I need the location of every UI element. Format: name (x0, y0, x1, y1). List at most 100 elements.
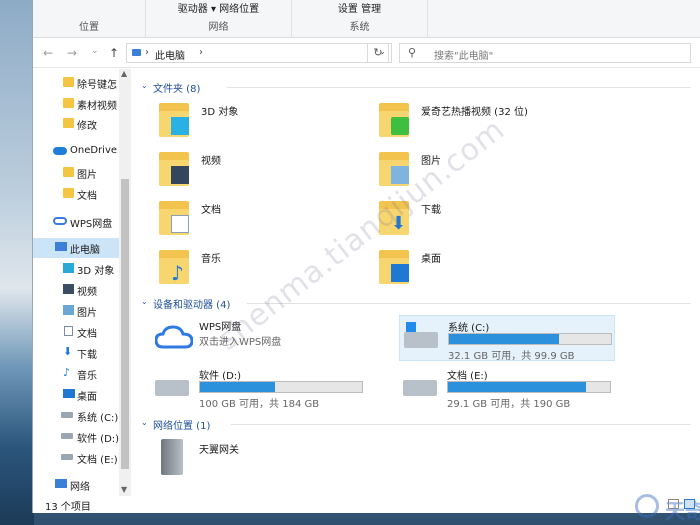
drive-usage-bar (448, 333, 612, 345)
drive-name: 软件 (D:) (199, 371, 242, 382)
sidebar-item-label: 文档 (77, 191, 97, 202)
address-path[interactable]: 此电脑 (155, 47, 185, 62)
ribbon-group-label: 网络 (208, 22, 229, 33)
sidebar-item-network[interactable]: 网络 (33, 475, 119, 495)
music-icon: ♪ (157, 246, 191, 286)
drive-icon (404, 332, 438, 348)
network-gateway[interactable]: 天翼网关 (151, 435, 367, 481)
recent-locations-icon[interactable]: ⌄ (91, 46, 99, 56)
sidebar-item-label: OneDrive (70, 145, 118, 156)
sidebar-item-drive-e[interactable]: 文档 (E:) (33, 448, 119, 468)
iqiyi-icon (377, 99, 411, 139)
sidebar-item-folder[interactable]: 修改 (33, 114, 119, 134)
scroll-down-icon[interactable]: ▼ (121, 485, 127, 494)
sidebar-item-pictures[interactable]: 图片 (33, 301, 119, 321)
navigation-bar: ← → ⌄ ↑ › 此电脑 › ⌄ ↻ ⚲ 搜索"此电脑" (33, 38, 700, 68)
details-view-icon[interactable] (668, 499, 679, 509)
sidebar-item-3d-objects[interactable]: 3D 对象 (33, 259, 119, 279)
drive-c[interactable]: 系统 (C:) 32.1 GB 可用，共 99.9 GB (399, 315, 615, 362)
divider (231, 424, 691, 425)
download-icon: ⬇ (63, 345, 73, 358)
folder-documents[interactable]: 文档 (157, 197, 357, 243)
folder-3d-objects[interactable]: 3D 对象 (157, 99, 357, 145)
network-icon (55, 479, 67, 488)
sidebar-item-label: 音乐 (77, 371, 97, 382)
chevron-down-icon[interactable]: ⌄ (141, 81, 148, 90)
music-icon: ♪ (63, 366, 71, 379)
folder-icon (63, 167, 74, 177)
drive-e[interactable]: 文档 (E:) 29.1 GB 可用，共 190 GB (399, 364, 615, 410)
chevron-right-icon[interactable]: › (145, 47, 149, 58)
ribbon: 位置 驱动器 ▾ 网络位置 网络 设置 管理 系统 (33, 0, 700, 38)
picture-icon (63, 305, 74, 315)
sidebar-item-label: 桌面 (77, 392, 97, 403)
sidebar-item-desktop[interactable]: 桌面 (33, 385, 119, 405)
wps-cloud-icon (155, 325, 193, 349)
folder-name: 3D 对象 (201, 107, 239, 118)
drive-name: 文档 (E:) (447, 371, 488, 382)
drive-d[interactable]: 软件 (D:) 100 GB 可用，共 184 GB (151, 364, 367, 410)
sidebar-item-label: 文档 (77, 329, 97, 340)
sidebar-item-drive-d[interactable]: 软件 (D:) (33, 427, 119, 447)
sidebar-item-this-pc[interactable]: 此电脑 (33, 238, 119, 258)
sidebar-item-label: 图片 (77, 308, 97, 319)
scroll-up-icon[interactable]: ▲ (121, 69, 127, 78)
sidebar-item-folder[interactable]: 文档 (33, 184, 119, 204)
chevron-down-icon[interactable]: ⌄ (141, 297, 148, 306)
sidebar-item-downloads[interactable]: ⬇ 下载 (33, 343, 119, 363)
search-icon: ⚲ (408, 46, 417, 59)
sidebar-item-label: 3D 对象 (77, 266, 115, 277)
sidebar-item-folder[interactable]: 图片 (33, 163, 119, 183)
back-icon[interactable]: ← (43, 46, 53, 60)
sidebar-item-wps-cloud[interactable]: WPS网盘 (33, 212, 119, 232)
address-bar[interactable]: › 此电脑 › ⌄ (126, 43, 392, 63)
sidebar-item-drive-c[interactable]: 系统 (C:) (33, 406, 119, 426)
sidebar-item-label: WPS网盘 (70, 219, 113, 230)
ribbon-group-system: 设置 管理 系统 (292, 0, 428, 38)
chevron-right-icon[interactable]: › (199, 47, 203, 58)
item-count: 13 个项目 (45, 502, 91, 513)
section-header-folders[interactable]: ⌄ 文件夹 (8) (137, 79, 697, 95)
windows-logo-icon (406, 322, 416, 332)
network-item-name: 天翼网关 (199, 445, 239, 456)
large-icons-view-icon[interactable] (684, 499, 695, 509)
ribbon-group-label: 位置 (79, 22, 99, 33)
section-title: 文件夹 (8) (153, 84, 201, 95)
divider (227, 87, 691, 88)
cube-icon (157, 99, 191, 139)
desktop-wallpaper (0, 0, 34, 525)
drive-usage-fill (448, 382, 586, 392)
sidebar-item-folder[interactable]: 除号键怎 (33, 73, 119, 93)
desktop-icon (377, 246, 411, 286)
folder-icon (63, 77, 74, 87)
sidebar-item-label: 除号键怎 (77, 80, 117, 91)
content-pane: ⌄ 文件夹 (8) 3D 对象 爱奇艺热播视频 (32 位) 视频 图片 文档 … (137, 69, 700, 523)
section-header-devices[interactable]: ⌄ 设备和驱动器 (4) (137, 295, 697, 311)
sidebar-item-documents[interactable]: 文档 (33, 322, 119, 342)
folder-desktop[interactable]: 桌面 (377, 246, 577, 292)
computer-icon (55, 242, 67, 251)
folder-name: 音乐 (201, 254, 221, 265)
sidebar-item-music[interactable]: ♪ 音乐 (33, 364, 119, 384)
refresh-button[interactable]: ↻ (367, 43, 389, 63)
folder-videos[interactable]: 视频 (157, 148, 357, 194)
drive-icon (61, 412, 73, 418)
map-drive-button[interactable]: 驱动器 ▾ 网络位置 (146, 0, 291, 15)
document-icon (64, 326, 73, 336)
search-input[interactable]: ⚲ 搜索"此电脑" (399, 43, 691, 63)
chevron-down-icon[interactable]: ⌄ (141, 418, 148, 427)
sidebar-item-folder[interactable]: 素材视频 (33, 94, 119, 114)
drive-space-info: 100 GB 可用，共 184 GB (199, 399, 320, 410)
folder-name: 视频 (201, 156, 221, 167)
up-icon[interactable]: ↑ (109, 46, 119, 60)
sidebar-item-onedrive[interactable]: OneDrive (33, 142, 119, 162)
sidebar-item-videos[interactable]: 视频 (33, 280, 119, 300)
sidebar-scrollbar[interactable]: ▲ ▼ (119, 69, 131, 496)
ribbon-group-location: 位置 (33, 0, 146, 38)
drive-usage-fill (449, 334, 560, 344)
forward-icon[interactable]: → (67, 46, 77, 60)
settings-manage-button[interactable]: 设置 管理 (292, 0, 427, 15)
section-header-network[interactable]: ⌄ 网络位置 (1) (137, 416, 697, 432)
scrollbar-thumb[interactable] (121, 179, 129, 469)
gateway-icon (161, 439, 183, 475)
